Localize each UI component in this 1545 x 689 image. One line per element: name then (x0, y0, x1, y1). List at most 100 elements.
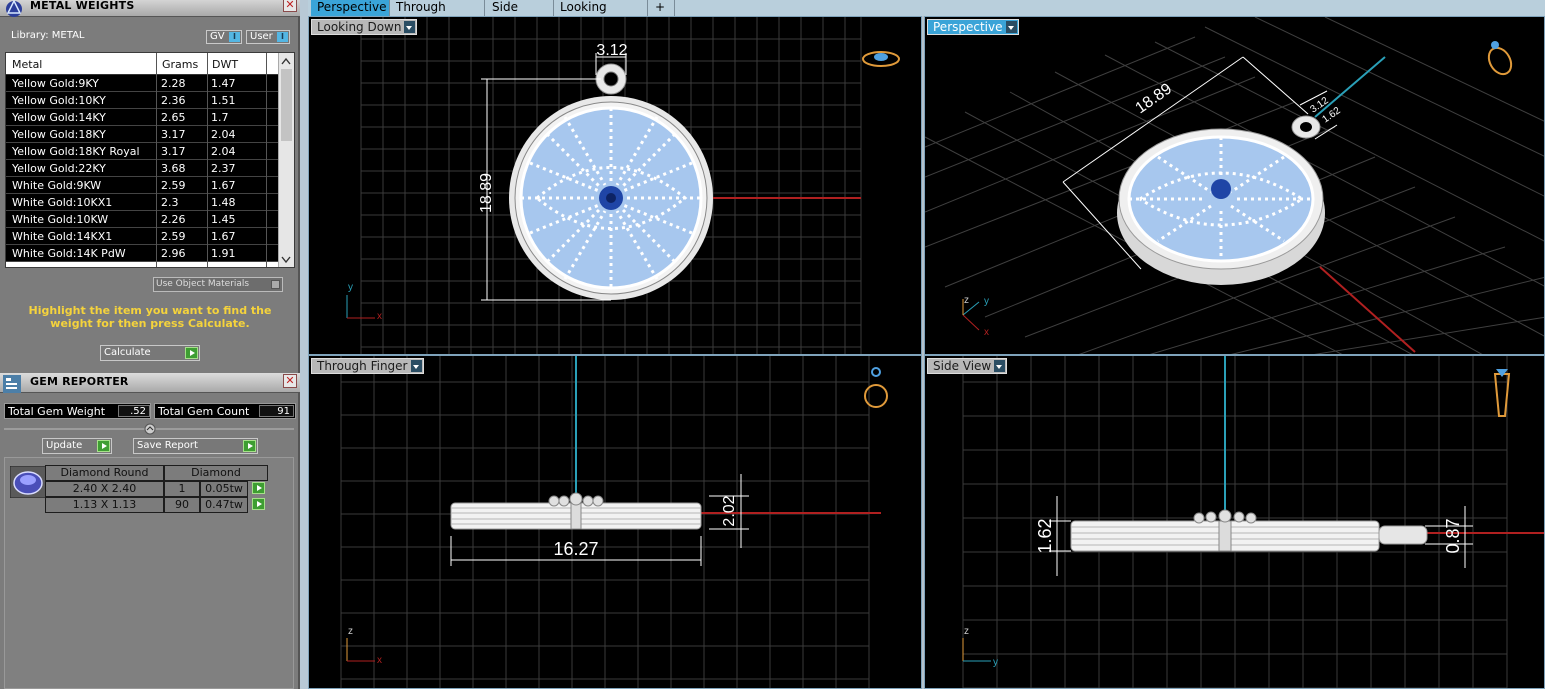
grams-cell: 2.59 (161, 230, 186, 243)
dim-height-label: 18.89 (478, 173, 495, 213)
metal-weights-title: METAL WEIGHTS (30, 0, 135, 12)
close-icon[interactable]: ✕ (283, 0, 297, 12)
gem-row-select-button[interactable] (248, 481, 266, 497)
left-panel: METAL WEIGHTS ✕ Library: METAL GV I User I… (0, 0, 300, 689)
play-icon (97, 440, 110, 452)
column-grams[interactable]: Grams (162, 58, 198, 71)
table-row[interactable]: White Gold:10KX1 2.3 1.48 (6, 194, 294, 211)
tab-looking-down[interactable]: Looking Down (554, 0, 648, 29)
calculate-button[interactable]: Calculate (100, 345, 200, 361)
column-dwt[interactable]: DWT (212, 58, 238, 71)
table-row[interactable]: White Gold:14K PdW 2.96 1.91 (6, 245, 294, 262)
axis-x-label: x (377, 311, 382, 322)
viewport-side-view[interactable]: 1.62 0.87 z y Side View (924, 355, 1545, 689)
gem-reporter-titlebar: GEM REPORTER ✕ (0, 373, 300, 393)
checkbox-icon (271, 280, 280, 289)
total-gem-weight-value: .52 (118, 405, 150, 417)
looking-down-label: Looking Down (317, 20, 402, 34)
dwt-cell: 1.7 (211, 111, 229, 124)
viewport-label-perspective[interactable]: Perspective (927, 19, 1019, 35)
tab-perspective[interactable]: Perspective (311, 0, 390, 16)
dim-left-label: 1.62 (1035, 518, 1055, 553)
table-row[interactable]: Yellow Gold:14KY 2.65 1.7 (6, 109, 294, 126)
ring-gizmo-icon[interactable] (1484, 41, 1515, 78)
table-row[interactable]: Yellow Gold:10KY 2.36 1.51 (6, 92, 294, 109)
metal-name-cell: Yellow Gold:9KY (12, 77, 99, 90)
update-button[interactable]: Update (42, 438, 112, 454)
viewport-label-through-finger[interactable]: Through Finger (311, 358, 424, 374)
pendant-top-view (509, 63, 713, 300)
side-view-label: Side View (933, 359, 992, 373)
axis-z-label: z (348, 626, 353, 637)
grams-cell: 2.36 (161, 94, 186, 107)
through-finger-canvas[interactable]: 16.27 2.02 z x (309, 356, 922, 689)
viewport-looking-down[interactable]: 18.89 3.12 y x Looking Down (308, 16, 922, 355)
pendant-side-profile (450, 492, 702, 530)
scrollbar[interactable] (278, 53, 294, 267)
divider (156, 53, 157, 267)
tab-through-finger[interactable]: Through Finger (390, 0, 485, 29)
metal-name-cell: White Gold:14K PdW (12, 247, 126, 260)
ring-gizmo-icon[interactable] (862, 51, 900, 67)
table-row[interactable]: White Gold:9KW 2.59 1.67 (6, 177, 294, 194)
dropdown-icon (410, 360, 422, 372)
table-row[interactable]: Yellow Gold:18KY Royal 3.17 2.04 (6, 143, 294, 160)
perspective-label: Perspective (933, 20, 1003, 34)
grams-cell: 2.59 (161, 179, 186, 192)
close-icon[interactable]: ✕ (283, 374, 297, 388)
tab-add[interactable]: + (649, 0, 675, 16)
axis-x-label: x (984, 327, 989, 338)
tab-side-view[interactable]: Side View (486, 0, 554, 29)
diamond-round-icon (10, 466, 46, 498)
save-report-button[interactable]: Save Report (133, 438, 258, 454)
dwt-cell: 2.04 (211, 128, 236, 141)
gem-count-cell: 1 (164, 481, 200, 497)
dropdown-icon (1005, 21, 1017, 33)
dwt-cell: 2.37 (211, 162, 236, 175)
pendant-perspective (1117, 115, 1325, 285)
column-metal[interactable]: Metal (12, 58, 42, 71)
grams-cell: 2.65 (161, 111, 186, 124)
use-object-materials-checkbox[interactable]: Use Object Materials (153, 277, 283, 292)
side-view-canvas[interactable]: 1.62 0.87 z y (925, 356, 1545, 689)
table-row[interactable]: Yellow Gold:18KY 3.17 2.04 (6, 126, 294, 143)
gem-size-cell: 1.13 X 1.13 (45, 497, 164, 513)
viewport-through-finger[interactable]: 16.27 2.02 z x Through Finger (308, 355, 922, 689)
looking-down-canvas[interactable]: 18.89 3.12 y x (309, 17, 922, 355)
metal-name-cell: White Gold:10KW (12, 213, 109, 226)
gv-toggle[interactable]: GV I (206, 30, 242, 44)
table-row[interactable]: White Gold:10KW 2.26 1.45 (6, 211, 294, 228)
dropdown-icon (994, 360, 1006, 372)
viewport-perspective[interactable]: 18.89 3.12 1.62 z y x Perspective (924, 16, 1545, 355)
toggle-indicator-icon: I (277, 32, 288, 42)
play-icon (185, 347, 198, 359)
viewport-label-looking-down[interactable]: Looking Down (311, 19, 418, 35)
perspective-canvas[interactable]: 18.89 3.12 1.62 z y x (925, 17, 1545, 355)
ring-gizmo-icon[interactable] (864, 367, 888, 408)
table-row[interactable]: Yellow Gold:9KY 2.28 1.47 (6, 75, 294, 92)
splitter-handle[interactable] (4, 422, 294, 436)
gv-toggle-label: GV (210, 31, 225, 42)
viewport-label-side-view[interactable]: Side View (927, 358, 1008, 374)
gem-row-select-button[interactable] (248, 497, 266, 513)
metal-name-cell: White Gold:9KW (12, 179, 102, 192)
divider (207, 53, 208, 267)
metal-table-header: Metal Grams DWT (6, 53, 294, 75)
table-row[interactable]: White Gold:14KX1 2.59 1.67 (6, 228, 294, 245)
metal-name-cell: Yellow Gold:18KY (12, 128, 106, 141)
scroll-thumb[interactable] (281, 69, 292, 141)
total-gem-weight-label: Total Gem Weight (8, 405, 106, 418)
dwt-cell: 1.47 (211, 77, 236, 90)
toggle-indicator-icon: I (229, 32, 240, 42)
total-gem-count-label: Total Gem Count (158, 405, 250, 418)
grams-cell: 2.28 (161, 77, 186, 90)
dim-width-label: 3.12 (596, 42, 627, 59)
metal-table[interactable]: Metal Grams DWT Yellow Gold:9KY 2.28 1.47 Y… (5, 52, 295, 268)
total-gem-count: Total Gem Count 91 (154, 403, 296, 419)
splitter[interactable] (300, 0, 308, 689)
dim-width-label: 16.27 (553, 539, 598, 559)
dwt-cell: 1.48 (211, 196, 236, 209)
table-row[interactable]: Yellow Gold:22KY 3.68 2.37 (6, 160, 294, 177)
gem-weight-cell: 0.05tw (200, 481, 248, 497)
user-toggle[interactable]: User I (246, 30, 290, 44)
